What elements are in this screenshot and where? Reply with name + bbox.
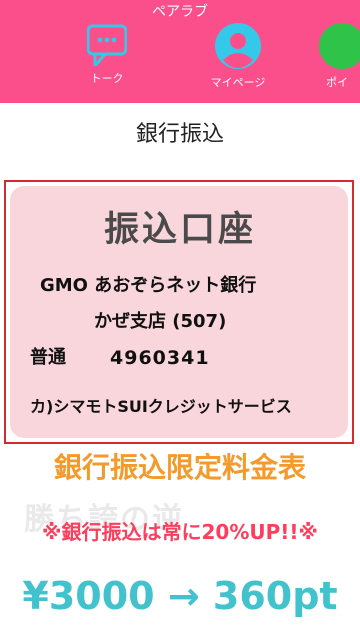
app-header: ペアラブ トーク マイページ ポイ [0, 0, 360, 103]
account-holder: カ)シマモトSUIクレジットサービス [30, 397, 292, 416]
bonus-note: ※銀行振込は常に20%UP!!※ [42, 520, 318, 544]
point-icon [318, 23, 360, 74]
branch-name: かぜ支店 (507) [94, 311, 227, 332]
price-table-heading: 銀行振込限定料金表 [53, 451, 306, 484]
nav-label-talk: トーク [90, 72, 124, 85]
app-title: ペアラブ [152, 4, 208, 20]
page-title: 銀行振込 [135, 122, 224, 147]
account-number: 4960341 [110, 347, 210, 369]
nav-item-talk[interactable]: トーク [62, 22, 152, 86]
nav-label-mypage: マイページ [210, 76, 266, 89]
nav-item-point[interactable]: ポイ [318, 22, 360, 90]
bank-name: GMO あおぞらネット銀行 [40, 275, 257, 296]
price-row: ¥3000 → 360pt [22, 574, 338, 618]
nav-item-mypage[interactable]: マイページ [193, 22, 283, 90]
nav-label-point: ポイ [326, 76, 348, 89]
account-type: 普通 [30, 347, 66, 368]
chat-bubble-icon [86, 24, 128, 70]
user-icon [214, 23, 262, 74]
account-heading: 振込口座 [103, 210, 256, 250]
